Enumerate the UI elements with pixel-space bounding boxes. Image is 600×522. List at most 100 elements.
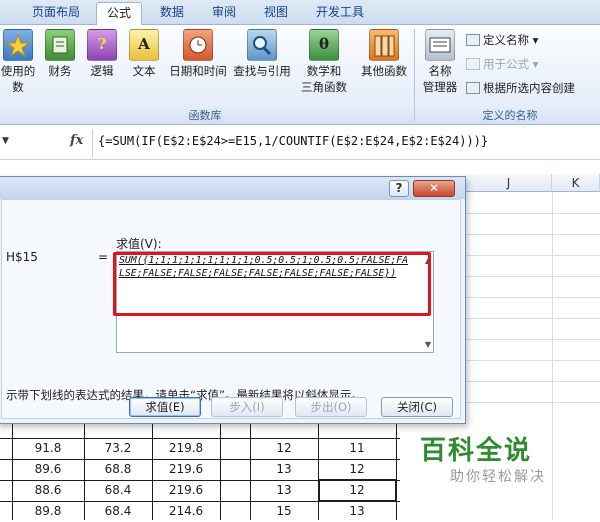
table-cell[interactable]: 12 (318, 459, 396, 480)
use-in-formula-label: 用于公式 (483, 57, 529, 71)
tab-review[interactable]: 审阅 (202, 2, 246, 25)
ribbon-separator (414, 29, 415, 121)
table-cell[interactable]: 219.6 (152, 459, 220, 480)
table-cell[interactable]: 89.6 (12, 459, 84, 480)
column-header-k[interactable]: K (552, 174, 600, 192)
watermark-logo: 百科全说 助你轻松解决 (420, 430, 598, 492)
more-functions-button[interactable]: 其他函数 (356, 29, 412, 79)
logic-book-icon: ? (87, 29, 117, 61)
table-cell[interactable]: 11 (318, 438, 396, 459)
date-time-label: 日期和时间 (169, 64, 227, 78)
reference-label: H$15 (6, 250, 38, 264)
help-icon[interactable]: ? (389, 180, 409, 197)
dialog-body: H$15 = 求值(V): SUM({1;1;1;1;1;1;1;1;1;0.5… (1, 199, 461, 419)
table-cell[interactable]: 219.6 (152, 480, 220, 501)
define-name-icon (466, 34, 480, 46)
recently-used-button[interactable]: 使用的 数 (0, 29, 38, 95)
table-cell[interactable]: 88.6 (12, 480, 84, 501)
table-cell[interactable]: 214.6 (152, 501, 220, 522)
function-library-group-label: 函数库 (188, 109, 222, 122)
table-cell[interactable]: 68.8 (84, 459, 152, 480)
gridline (466, 297, 600, 298)
create-from-selection-label: 根据所选内容创建 (483, 81, 575, 95)
table-cell[interactable]: 15 (250, 501, 318, 522)
math-trig-label-2: 三角函数 (301, 80, 347, 94)
math-trig-button[interactable]: θ 数学和 三角函数 (296, 29, 352, 95)
gridline (466, 255, 600, 256)
evaluate-button[interactable]: 求值(E) (129, 397, 201, 417)
tab-page-layout[interactable]: 页面布局 (22, 2, 90, 25)
close-icon[interactable]: ✕ (413, 180, 455, 197)
logical-label: 逻辑 (90, 64, 114, 78)
table-cell[interactable]: 13 (318, 501, 396, 522)
formula-input[interactable]: {=SUM(IF(E$2:E$24>=E15,1/COUNTIF(E$2:E$2… (98, 134, 488, 148)
tab-developer[interactable]: 开发工具 (306, 2, 374, 25)
defined-names-group-label: 定义的名称 (482, 109, 538, 122)
gridline (466, 276, 600, 277)
tab-view[interactable]: 视图 (254, 2, 298, 25)
tab-formulas[interactable]: 公式 (96, 2, 142, 26)
gridline (466, 402, 600, 403)
text-button[interactable]: A 文本 (126, 29, 162, 79)
evaluation-label: 求值(V): (116, 237, 162, 251)
table-border (396, 418, 397, 520)
finance-book-icon (45, 29, 75, 61)
gridline (466, 339, 600, 340)
column-header-j[interactable]: J (466, 174, 552, 192)
recently-used-label-2: 数 (12, 80, 24, 94)
dialog-titlebar[interactable]: ? ✕ (0, 177, 465, 199)
logic-glyph: ? (97, 35, 107, 53)
scroll-down-icon[interactable]: ▼ (425, 340, 431, 349)
math-book-icon: θ (309, 29, 339, 61)
watermark-title: 百科全说 (420, 436, 533, 466)
fx-icon[interactable]: fx (70, 133, 83, 148)
evaluate-formula-dialog: ? ✕ H$15 = 求值(V): SUM({1;1;1;1;1;1;1;1;1… (0, 176, 466, 424)
use-in-formula-button[interactable]: 用于公式 ▾ (466, 55, 538, 73)
text-glyph: A (138, 35, 150, 53)
lookup-reference-button[interactable]: 查找与引用 (230, 29, 294, 79)
table-cell[interactable]: 68.4 (84, 501, 152, 522)
table-cell[interactable]: 68.4 (84, 480, 152, 501)
create-from-selection-button[interactable]: 根据所选内容创建 (466, 79, 575, 97)
name-manager-label: 名称 (428, 64, 452, 78)
lookup-book-icon (247, 29, 277, 61)
math-trig-label: 数学和 (306, 64, 342, 78)
use-in-formula-icon (466, 58, 480, 70)
financial-button[interactable]: 财务 (42, 29, 78, 79)
table-cell[interactable]: 13 (250, 459, 318, 480)
step-in-button[interactable]: 步入(I) (211, 397, 283, 417)
lookup-reference-label: 查找与引用 (233, 64, 291, 78)
date-time-button[interactable]: 日期和时间 (166, 29, 230, 79)
table-cell[interactable]: 219.8 (152, 438, 220, 459)
create-from-selection-icon (466, 82, 480, 94)
recently-used-label: 使用的 (0, 64, 36, 78)
star-book-icon (3, 29, 33, 61)
table-cell[interactable]: 12 (250, 438, 318, 459)
gridline (466, 234, 600, 235)
tab-data[interactable]: 数据 (150, 2, 194, 25)
gridline (466, 318, 600, 319)
formula-bar: ▼ fx {=SUM(IF(E$2:E$24>=E15,1/COUNTIF(E$… (0, 126, 600, 160)
formula-bar-divider (92, 129, 93, 157)
table-cell[interactable]: 89.8 (12, 501, 84, 522)
selected-cell[interactable] (318, 479, 397, 502)
name-manager-button[interactable]: 名称 管理器 (418, 29, 462, 95)
more-books-icon (369, 29, 399, 61)
name-box-dropdown-icon[interactable]: ▼ (2, 136, 9, 146)
gridline (466, 381, 600, 382)
equals-sign: = (98, 250, 109, 264)
table-cell[interactable]: 91.8 (12, 438, 84, 459)
table-cell[interactable]: 13 (250, 480, 318, 501)
table-cell[interactable]: 73.2 (84, 438, 152, 459)
close-button[interactable]: 关闭(C) (381, 397, 453, 417)
name-manager-label-2: 管理器 (422, 80, 458, 94)
table-border (220, 418, 221, 520)
define-name-label: 定义名称 (483, 33, 529, 47)
gridline (466, 213, 600, 214)
datetime-book-icon (183, 29, 213, 61)
logical-button[interactable]: ? 逻辑 (84, 29, 120, 79)
define-name-button[interactable]: 定义名称 ▾ (466, 31, 538, 49)
step-out-button[interactable]: 步出(O) (295, 397, 367, 417)
red-highlight-box (113, 252, 431, 316)
text-label: 文本 (132, 64, 156, 78)
